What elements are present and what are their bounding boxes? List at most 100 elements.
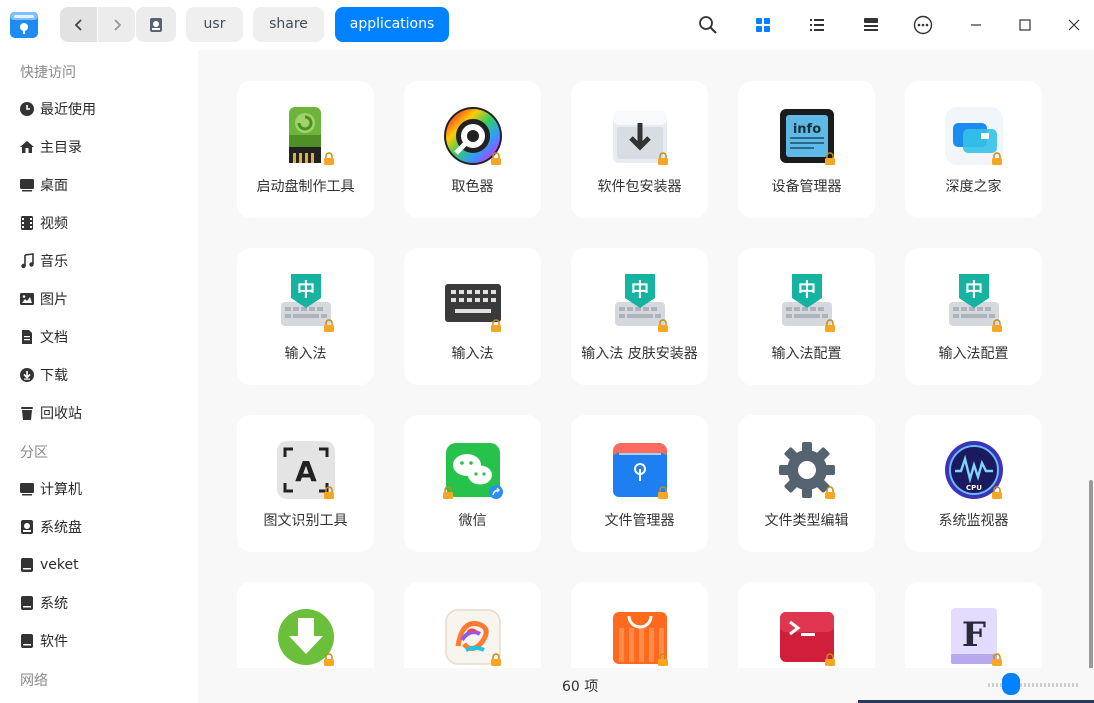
lock-icon xyxy=(658,319,668,332)
drive-icon xyxy=(21,558,33,572)
lock-icon xyxy=(992,486,1002,499)
file-item[interactable]: 取色器 xyxy=(404,81,541,218)
title-bar: usr share applications xyxy=(0,0,1094,50)
lock-icon xyxy=(491,653,501,666)
forward-button[interactable] xyxy=(98,7,135,42)
file-item[interactable]: 文件类型编辑 xyxy=(738,415,875,552)
vertical-scrollbar[interactable] xyxy=(1089,480,1093,676)
sidebar-item-label: 回收站 xyxy=(40,406,82,422)
file-grid: 启动盘制作工具 取色器 软件包安装器 info 设备管理器 深度之家 中 输入法… xyxy=(198,50,1094,668)
file-item-label: 启动盘制作工具 xyxy=(256,179,355,195)
sidebar-item-desktop[interactable]: 桌面 xyxy=(18,173,68,197)
file-item[interactable]: A 图文识别工具 xyxy=(237,415,374,552)
lock-icon xyxy=(491,319,501,332)
sidebar-item-documents[interactable]: 文档 xyxy=(18,325,68,349)
sidebar-item-system-disk[interactable]: 系统盘 xyxy=(18,515,82,539)
file-item[interactable] xyxy=(237,582,374,668)
sidebar-item-software[interactable]: 软件 xyxy=(18,629,68,653)
sidebar-item-label: 系统 xyxy=(40,596,68,612)
lock-icon xyxy=(658,653,668,666)
close-button[interactable] xyxy=(1059,10,1089,40)
breadcrumb-applications[interactable]: applications xyxy=(335,7,449,42)
detail-view-button[interactable] xyxy=(856,10,886,40)
file-item[interactable] xyxy=(404,582,541,668)
file-item[interactable]: 深度之家 xyxy=(905,81,1042,218)
file-item[interactable]: 文件管理器 xyxy=(571,415,708,552)
sidebar-item-music[interactable]: 音乐 xyxy=(18,249,68,273)
lock-icon xyxy=(658,486,668,499)
home-icon xyxy=(20,141,34,153)
icon-view-button[interactable] xyxy=(748,10,778,40)
svg-text:中: 中 xyxy=(965,279,983,301)
sidebar-item-pictures[interactable]: 图片 xyxy=(18,287,68,311)
clock-icon xyxy=(20,102,34,116)
svg-text:info: info xyxy=(793,122,821,137)
minimize-button[interactable] xyxy=(961,10,991,40)
lock-icon xyxy=(992,152,1002,165)
file-item[interactable]: 软件包安装器 xyxy=(571,81,708,218)
file-item[interactable]: 中 输入法 皮肤安装器 xyxy=(571,248,708,385)
icon-size-slider-handle[interactable] xyxy=(1002,673,1020,695)
drive-icon xyxy=(21,634,33,648)
file-item[interactable]: F xyxy=(905,582,1042,668)
sidebar-item-label: 主目录 xyxy=(40,140,82,156)
file-item-label: 设备管理器 xyxy=(771,179,842,195)
search-button[interactable] xyxy=(693,10,723,40)
desktop-icon xyxy=(20,179,34,192)
sidebar-item-computer[interactable]: 计算机 xyxy=(18,477,82,501)
maximize-button[interactable] xyxy=(1010,10,1040,40)
file-item[interactable]: 启动盘制作工具 xyxy=(237,81,374,218)
chevron-right-icon xyxy=(113,18,121,31)
file-item[interactable]: 中 输入法配置 xyxy=(905,248,1042,385)
sidebar-item-label: 音乐 xyxy=(40,254,68,270)
file-item[interactable]: CPU 系统监视器 xyxy=(905,415,1042,552)
breadcrumb-root[interactable] xyxy=(136,7,176,42)
sidebar-item-downloads[interactable]: 下载 xyxy=(18,363,68,387)
list-view-button[interactable] xyxy=(802,10,832,40)
file-item[interactable]: 输入法 xyxy=(404,248,541,385)
file-item[interactable] xyxy=(571,582,708,668)
svg-text:CPU: CPU xyxy=(966,484,982,492)
breadcrumb-usr[interactable]: usr xyxy=(186,7,243,42)
svg-text:中: 中 xyxy=(297,279,315,301)
close-icon xyxy=(1068,19,1080,31)
sidebar-item-veket[interactable]: veket xyxy=(18,553,79,577)
item-count: 60 项 xyxy=(562,679,599,695)
file-item-label: 输入法 xyxy=(451,346,494,362)
lock-icon xyxy=(324,486,334,499)
file-item-label: 输入法 xyxy=(284,346,327,362)
sidebar-item-system[interactable]: 系统 xyxy=(18,591,68,615)
system-disk-icon xyxy=(21,520,33,534)
svg-text:中: 中 xyxy=(631,279,649,301)
file-item[interactable]: info 设备管理器 xyxy=(738,81,875,218)
lock-icon xyxy=(324,653,334,666)
file-item[interactable] xyxy=(738,582,875,668)
file-item-label: 深度之家 xyxy=(945,179,1002,195)
sidebar-item-home[interactable]: 主目录 xyxy=(18,135,82,159)
sidebar-item-label: 下载 xyxy=(40,368,68,384)
lock-icon xyxy=(324,152,334,165)
sidebar-group-partitions: 分区 xyxy=(20,445,48,461)
lock-icon xyxy=(825,152,835,165)
file-item[interactable]: 微信 xyxy=(404,415,541,552)
sidebar-item-trash[interactable]: 回收站 xyxy=(18,401,82,425)
back-button[interactable] xyxy=(60,7,97,42)
sidebar-item-label: 图片 xyxy=(40,292,68,308)
share-link-icon xyxy=(489,485,503,499)
menu-button[interactable] xyxy=(908,10,938,40)
breadcrumb-share[interactable]: share xyxy=(253,7,324,42)
sidebar-item-recent[interactable]: 最近使用 xyxy=(18,97,96,121)
video-icon xyxy=(21,216,33,230)
file-item-label: 输入法配置 xyxy=(771,346,842,362)
svg-text:A: A xyxy=(295,455,317,488)
maximize-icon xyxy=(1019,19,1031,31)
chevron-left-icon xyxy=(74,18,82,31)
sidebar-item-label: 计算机 xyxy=(40,482,82,498)
file-item-label: 输入法配置 xyxy=(938,346,1009,362)
file-item[interactable]: 中 输入法 xyxy=(237,248,374,385)
sidebar-item-label: 系统盘 xyxy=(40,520,82,536)
sidebar-item-videos[interactable]: 视频 xyxy=(18,211,68,235)
file-manager-window: usr share applications 快捷访问 最近使用 主目录 桌面 … xyxy=(0,0,1094,703)
document-icon xyxy=(22,330,32,344)
file-item[interactable]: 中 输入法配置 xyxy=(738,248,875,385)
